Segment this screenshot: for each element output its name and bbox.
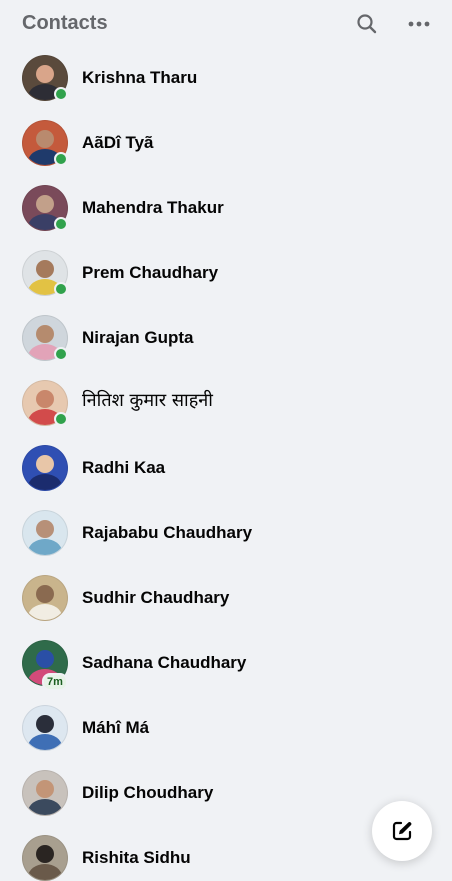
- avatar-face: [36, 65, 54, 83]
- contact-name: Nirajan Gupta: [82, 328, 194, 347]
- online-status-dot: [54, 87, 68, 101]
- avatar-container: 7m: [22, 640, 68, 691]
- last-active-badge: 7m: [42, 673, 68, 691]
- avatar-face: [36, 585, 54, 603]
- avatar-container: [22, 510, 68, 556]
- online-status-dot: [54, 217, 68, 231]
- avatar-container: [22, 770, 68, 816]
- avatar: [22, 705, 68, 751]
- avatar-face: [36, 260, 54, 278]
- avatar-shoulders: [28, 474, 62, 490]
- more-options-button[interactable]: [403, 8, 435, 40]
- search-button[interactable]: [351, 8, 383, 40]
- online-status-dot: [54, 152, 68, 166]
- new-message-button[interactable]: [372, 801, 432, 861]
- avatar-face: [36, 520, 54, 538]
- avatar-face: [36, 390, 54, 408]
- compose-message-icon: [392, 821, 412, 841]
- avatar-face: [36, 650, 54, 668]
- contact-name: Rishita Sidhu: [82, 848, 191, 867]
- avatar-container: [22, 315, 68, 361]
- contact-item[interactable]: Nirajan Gupta: [8, 308, 444, 368]
- avatar-shoulders: [28, 799, 62, 815]
- contacts-header: Contacts: [0, 0, 452, 46]
- more-options-icon: [408, 21, 430, 27]
- contacts-title: Contacts: [22, 12, 108, 34]
- avatar-face: [36, 130, 54, 148]
- avatar: [22, 835, 68, 881]
- contact-item[interactable]: Rajababu Chaudhary: [8, 503, 444, 563]
- contact-name: Sudhir Chaudhary: [82, 588, 230, 607]
- avatar-container: [22, 120, 68, 166]
- contact-name: Rajababu Chaudhary: [82, 523, 253, 542]
- contact-name: Mahendra Thakur: [82, 198, 224, 217]
- avatar-container: [22, 445, 68, 491]
- contact-name: Krishna Tharu: [82, 68, 198, 87]
- avatar-face: [36, 325, 54, 343]
- contact-item[interactable]: Sudhir Chaudhary: [8, 568, 444, 628]
- contact-name: Sadhana Chaudhary: [82, 653, 247, 672]
- avatar-shoulders: [28, 734, 62, 750]
- online-status-dot: [54, 282, 68, 296]
- avatar-shoulders: [28, 604, 62, 620]
- contact-item[interactable]: Prem Chaudhary: [8, 243, 444, 303]
- avatar-container: [22, 380, 68, 426]
- avatar: [22, 510, 68, 556]
- contact-item[interactable]: Radhi Kaa: [8, 438, 444, 498]
- contact-item[interactable]: Máhî Má: [8, 698, 444, 758]
- contact-item[interactable]: नितिश कुमार साहनी: [8, 373, 444, 433]
- contact-item[interactable]: 7m Sadhana Chaudhary: [8, 633, 444, 693]
- avatar: [22, 770, 68, 816]
- avatar: [22, 445, 68, 491]
- avatar-container: [22, 705, 68, 751]
- contact-name: AãDî Tyã: [82, 133, 154, 152]
- contact-name: Radhi Kaa: [82, 458, 166, 477]
- contact-name: Máhî Má: [82, 718, 150, 737]
- contact-item[interactable]: AãDî Tyã: [8, 113, 444, 173]
- contact-name: Prem Chaudhary: [82, 263, 219, 282]
- avatar-face: [36, 845, 54, 863]
- search-icon: [357, 14, 377, 34]
- online-status-dot: [54, 412, 68, 426]
- avatar-shoulders: [28, 539, 62, 555]
- avatar-face: [36, 195, 54, 213]
- online-status-dot: [54, 347, 68, 361]
- contact-item[interactable]: Mahendra Thakur: [8, 178, 444, 238]
- avatar-container: [22, 575, 68, 621]
- avatar-shoulders: [28, 864, 62, 880]
- contact-item[interactable]: Krishna Tharu: [8, 48, 444, 108]
- avatar-container: [22, 835, 68, 881]
- contact-name: नितिश कुमार साहनी: [82, 390, 213, 411]
- contact-name: Dilip Choudhary: [82, 783, 214, 802]
- avatar-container: [22, 250, 68, 296]
- avatar-container: [22, 55, 68, 101]
- avatar-face: [36, 780, 54, 798]
- avatar-face: [36, 455, 54, 473]
- avatar: [22, 575, 68, 621]
- avatar-container: [22, 185, 68, 231]
- contacts-panel: Contacts Krishna Tharu AãDî Tyã Mahendra T…: [0, 0, 452, 881]
- avatar-face: [36, 715, 54, 733]
